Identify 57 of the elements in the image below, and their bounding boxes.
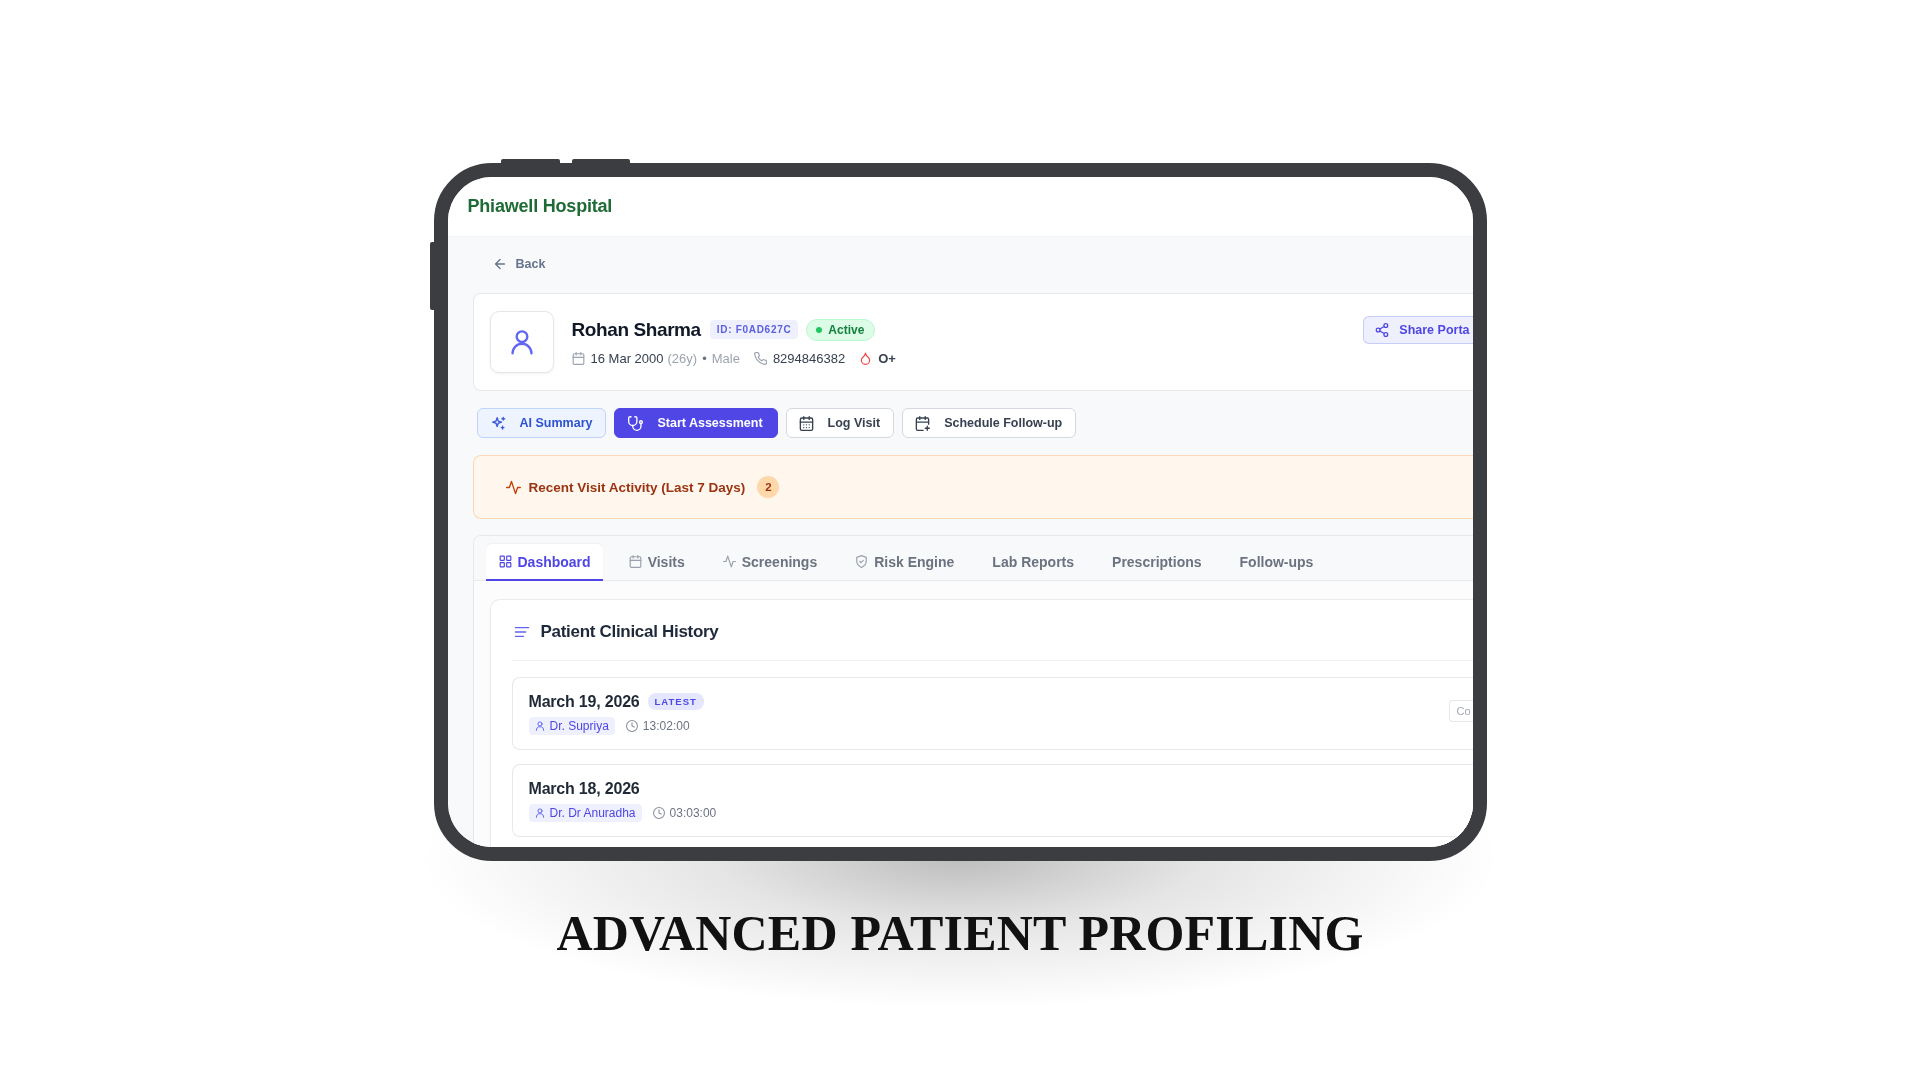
grid-icon xyxy=(498,555,512,568)
separator: • xyxy=(702,350,707,366)
tab[interactable]: Follow-ups xyxy=(1226,544,1326,581)
log-visit-button[interactable]: Log Visit xyxy=(785,408,895,438)
sparkles-icon xyxy=(490,415,506,431)
status-dot-icon xyxy=(816,326,823,333)
activity-icon xyxy=(722,555,736,568)
birth-date: 16 Mar 2000 xyxy=(590,350,664,366)
caption-title: ADVANCED PATIENT PROFILING xyxy=(556,904,1364,963)
ai-summary-button[interactable]: AI Summary xyxy=(476,408,607,438)
status-text: Active xyxy=(828,322,865,337)
blood-group: O+ xyxy=(878,350,896,366)
phone-number: 8294846382 xyxy=(772,350,846,366)
avatar-icon xyxy=(489,311,554,373)
stethoscope-icon xyxy=(628,415,644,431)
tab[interactable]: Visits xyxy=(615,544,697,581)
patient-id-badge: ID: F0AD627C xyxy=(709,320,799,339)
tab[interactable]: Risk Engine xyxy=(842,544,967,581)
count-badge: 2 xyxy=(757,476,780,498)
visit-time: 03:03:00 xyxy=(669,805,717,820)
shield-check-icon xyxy=(855,555,869,568)
user-icon xyxy=(534,807,545,818)
calendar-icon xyxy=(571,351,585,365)
tab[interactable]: Dashboard xyxy=(485,544,603,581)
tab[interactable]: Screenings xyxy=(709,544,830,581)
calendar-icon xyxy=(798,415,814,431)
visit-time: 13:02:00 xyxy=(642,718,690,733)
user-icon xyxy=(534,720,545,731)
clock-icon xyxy=(625,719,638,732)
hospital-name: Phiawell Hospital xyxy=(467,196,613,217)
back-button[interactable]: Back xyxy=(472,255,546,273)
arrow-left-icon xyxy=(492,257,507,271)
doctor-name: Dr. Supriya xyxy=(549,718,609,733)
banner-title: Recent Visit Activity (Last 7 Days) xyxy=(528,479,746,495)
share-button[interactable]: Share Porta xyxy=(1363,316,1473,344)
activity-icon xyxy=(505,479,521,495)
schedule-follow-up-button[interactable]: Schedule Follow-up xyxy=(902,408,1077,438)
section-title: Patient Clinical History xyxy=(540,622,719,642)
patient-age: (26y) xyxy=(667,350,698,366)
calendar-plus-icon xyxy=(915,415,931,431)
share-icon xyxy=(1375,323,1390,337)
clock-icon xyxy=(652,806,665,819)
visit-date: March 19, 2026 xyxy=(528,692,640,711)
calendar-icon xyxy=(628,555,642,568)
phone-icon xyxy=(753,351,767,365)
patient-name: Rohan Sharma xyxy=(571,318,701,341)
doctor-name: Dr. Dr Anuradha xyxy=(549,805,636,820)
latest-badge: LATEST xyxy=(647,693,704,710)
visit-action-button[interactable]: Co xyxy=(1449,699,1473,722)
tab[interactable]: Prescriptions xyxy=(1099,544,1214,581)
visit-date: March 18, 2026 xyxy=(528,779,640,798)
blood-drop-icon xyxy=(859,351,873,365)
start-assessment-button[interactable]: Start Assessment xyxy=(614,408,778,438)
tab[interactable]: Lab Reports xyxy=(979,544,1087,581)
list-icon xyxy=(513,624,530,640)
patient-gender: Male xyxy=(711,350,740,366)
tablet-side-button[interactable] xyxy=(429,242,435,310)
